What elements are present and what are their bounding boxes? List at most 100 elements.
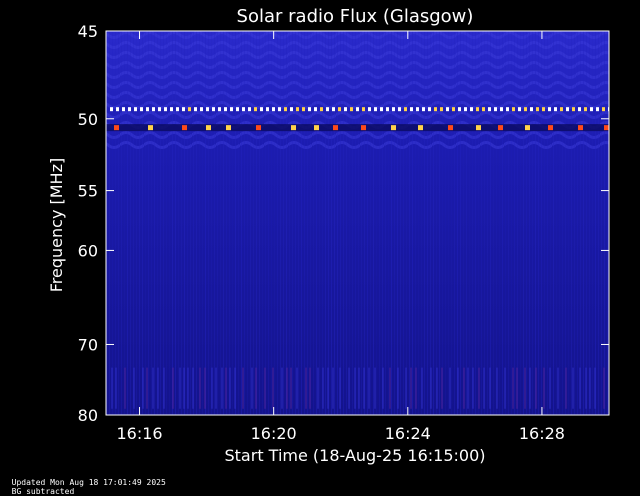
emission-dot bbox=[506, 107, 509, 112]
noise-column bbox=[511, 31, 512, 415]
noise-column bbox=[559, 31, 560, 415]
y-tick-label: 80 bbox=[78, 406, 98, 425]
emission-dot bbox=[284, 107, 287, 112]
noise-column bbox=[409, 31, 410, 415]
y-tick-label: 50 bbox=[78, 110, 98, 129]
hot-spot bbox=[548, 125, 553, 131]
noise-column bbox=[415, 31, 416, 415]
footer: Updated Mon Aug 18 17:01:49 2025 BG subt… bbox=[2, 469, 176, 496]
noise-column bbox=[184, 31, 185, 415]
hot-spot bbox=[448, 125, 453, 131]
emission-dot bbox=[320, 107, 323, 112]
noise-column bbox=[172, 31, 173, 415]
emission-dot bbox=[386, 107, 389, 112]
emission-dot bbox=[596, 107, 599, 112]
emission-dot bbox=[242, 107, 245, 112]
noise-column bbox=[334, 31, 335, 415]
emission-dot bbox=[500, 107, 503, 112]
noise-column bbox=[223, 31, 224, 415]
noise-column bbox=[475, 31, 476, 415]
emission-dot bbox=[176, 107, 179, 112]
hot-spot bbox=[418, 125, 423, 131]
noise-column bbox=[604, 31, 605, 415]
noise-column bbox=[487, 31, 488, 415]
noise-column bbox=[436, 31, 437, 415]
noise-column bbox=[601, 31, 602, 415]
noise-column bbox=[520, 31, 521, 415]
noise-column bbox=[361, 31, 362, 415]
noise-column bbox=[442, 31, 443, 415]
noise-column bbox=[166, 31, 167, 415]
y-tick-label: 55 bbox=[78, 182, 98, 201]
noise-column bbox=[589, 31, 590, 415]
noise-column bbox=[253, 31, 254, 415]
chart-title: Solar radio Flux (Glasgow) bbox=[237, 6, 474, 27]
noise-column bbox=[139, 31, 140, 415]
noise-column bbox=[571, 31, 572, 415]
emission-dot bbox=[308, 107, 311, 112]
hot-spot bbox=[206, 125, 211, 131]
emission-dot bbox=[518, 107, 521, 112]
noise-column bbox=[160, 31, 161, 415]
noise-column bbox=[412, 31, 413, 415]
hot-spot bbox=[114, 125, 119, 131]
y-tick-label: 60 bbox=[78, 241, 98, 260]
noise-column bbox=[541, 31, 542, 415]
noise-column bbox=[145, 31, 146, 415]
noise-column bbox=[244, 31, 245, 415]
x-axis-label: Start Time (18-Aug-25 16:15:00) bbox=[225, 446, 486, 465]
hot-spot bbox=[226, 125, 231, 131]
emission-dot bbox=[560, 107, 563, 112]
emission-dot bbox=[524, 107, 527, 112]
emission-dot bbox=[236, 107, 239, 112]
noise-column bbox=[217, 31, 218, 415]
hot-spot bbox=[291, 125, 296, 131]
noise-column bbox=[403, 31, 404, 415]
emission-dot bbox=[212, 107, 215, 112]
noise-column bbox=[367, 31, 368, 415]
emission-band bbox=[106, 124, 609, 132]
emission-dot bbox=[572, 107, 575, 112]
emission-dot bbox=[116, 107, 119, 112]
emission-dot bbox=[248, 107, 251, 112]
emission-dot bbox=[380, 107, 383, 112]
noise-column bbox=[505, 31, 506, 415]
hot-spot bbox=[604, 125, 609, 131]
emission-dot bbox=[548, 107, 551, 112]
noise-column bbox=[121, 31, 122, 415]
noise-column bbox=[529, 31, 530, 415]
noise-column bbox=[196, 31, 197, 415]
emission-dot bbox=[200, 107, 203, 112]
emission-dot bbox=[434, 107, 437, 112]
emission-dot bbox=[554, 107, 557, 112]
noise-column bbox=[346, 31, 347, 415]
noise-column bbox=[109, 31, 110, 415]
noise-column bbox=[328, 31, 329, 415]
noise-column bbox=[280, 31, 281, 415]
noise-column bbox=[535, 31, 536, 415]
bg-note: BG subtracted bbox=[11, 487, 75, 496]
hot-spot bbox=[148, 125, 153, 131]
noise-column bbox=[292, 31, 293, 415]
noise-column bbox=[565, 31, 566, 415]
emission-dot bbox=[206, 107, 209, 112]
emission-dot bbox=[260, 107, 263, 112]
emission-dot bbox=[158, 107, 161, 112]
noise-column bbox=[556, 31, 557, 415]
noise-column bbox=[265, 31, 266, 415]
noise-column bbox=[526, 31, 527, 415]
emission-dot bbox=[272, 107, 275, 112]
updated-timestamp: Updated Mon Aug 18 17:01:49 2025 bbox=[11, 478, 166, 487]
noise-column bbox=[583, 31, 584, 415]
noise-column bbox=[463, 31, 464, 415]
y-axis-label: Frequency [MHz] bbox=[47, 158, 66, 292]
y-tick-label: 70 bbox=[78, 335, 98, 354]
noise-column bbox=[340, 31, 341, 415]
emission-dot bbox=[128, 107, 131, 112]
noise-column bbox=[352, 31, 353, 415]
noise-column bbox=[310, 31, 311, 415]
noise-column bbox=[202, 31, 203, 415]
emission-dot bbox=[476, 107, 479, 112]
noise-column bbox=[148, 31, 149, 415]
noise-column bbox=[481, 31, 482, 415]
